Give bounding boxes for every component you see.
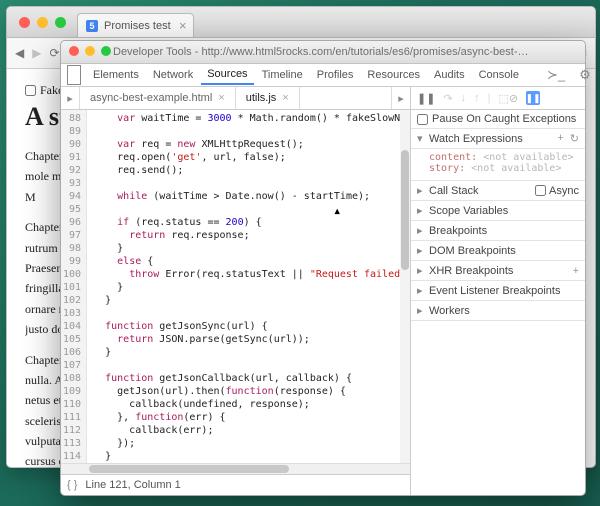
section-workers[interactable]: ▸Workers	[411, 301, 585, 321]
inspect-icon[interactable]	[67, 65, 81, 85]
window-controls[interactable]	[69, 46, 111, 56]
close-tab-icon[interactable]: ×	[179, 18, 187, 33]
sources-left-pane: ▸ async-best-example.html × utils.js × ▸…	[61, 87, 411, 495]
section-callstack[interactable]: ▸ Call Stack Async	[411, 181, 585, 201]
panel-audits[interactable]: Audits	[428, 66, 471, 84]
panel-network[interactable]: Network	[147, 66, 199, 84]
devtools-titlebar: Developer Tools - http://www.html5rocks.…	[61, 41, 585, 64]
checkbox-input[interactable]	[25, 85, 36, 96]
code-editor[interactable]: 88 89 90 91 92 93 94 95 96 97 98 99 100 …	[61, 110, 410, 463]
code-content[interactable]: var waitTime = 3000 * Math.random() * fa…	[87, 110, 410, 463]
step-out-icon[interactable]: ↑	[474, 92, 480, 104]
close-tab-icon[interactable]: ×	[282, 92, 288, 104]
section-label: Watch Expressions	[429, 133, 523, 145]
cursor-position: Line 121, Column 1	[85, 479, 180, 491]
settings-icon[interactable]: ⚙	[573, 64, 597, 86]
section-dom-bp[interactable]: ▸DOM Breakpoints	[411, 241, 585, 261]
back-icon[interactable]: ◀	[15, 46, 24, 60]
pause-caught-label: Pause On Caught Exceptions	[432, 113, 576, 125]
browser-tab[interactable]: 5 Promises test ×	[77, 13, 194, 37]
minimize-icon[interactable]	[37, 17, 48, 28]
zoom-icon[interactable]	[101, 46, 111, 56]
navigator-icon[interactable]: ▸	[61, 87, 80, 109]
section-scope[interactable]: ▸Scope Variables	[411, 201, 585, 221]
close-icon[interactable]	[69, 46, 79, 56]
panel-timeline[interactable]: Timeline	[256, 66, 309, 84]
step-into-icon[interactable]: ↓	[461, 92, 467, 104]
scroll-thumb[interactable]	[401, 150, 409, 270]
zoom-icon[interactable]	[55, 17, 66, 28]
panel-console[interactable]: Console	[473, 66, 525, 84]
tab-title: Promises test	[104, 20, 171, 32]
async-checkbox[interactable]: Async	[535, 185, 579, 197]
file-tab-label: async-best-example.html	[90, 92, 212, 104]
file-tab-html[interactable]: async-best-example.html ×	[80, 87, 236, 109]
pause-exceptions-icon[interactable]: ❚❚	[526, 91, 540, 105]
file-tab-utils[interactable]: utils.js ×	[236, 87, 300, 109]
devtools-window: Developer Tools - http://www.html5rocks.…	[60, 40, 586, 496]
tab-strip: 5 Promises test ×	[7, 7, 595, 38]
panel-elements[interactable]: Elements	[87, 66, 145, 84]
section-breakpoints[interactable]: ▸Breakpoints	[411, 221, 585, 241]
debug-toolbar: ❚❚ ↷ ↓ ↑ | ⬚⊘ ❚❚	[411, 87, 585, 110]
panel-resources[interactable]: Resources	[361, 66, 426, 84]
console-toggle-icon[interactable]: ≻_	[541, 64, 571, 86]
watch-body: content: <not available> story: <not ava…	[411, 149, 585, 181]
editor-status: { } Line 121, Column 1	[61, 474, 410, 495]
scrollbar-v[interactable]	[400, 110, 410, 463]
close-icon[interactable]	[19, 17, 30, 28]
refresh-watch-icon[interactable]: ↻	[570, 132, 579, 145]
deactivate-bp-icon[interactable]: ⬚⊘	[499, 92, 519, 105]
file-tabs: ▸ async-best-example.html × utils.js × ▸	[61, 87, 410, 110]
debugger-sidebar: ❚❚ ↷ ↓ ↑ | ⬚⊘ ❚❚ Pause On Caught Excepti…	[411, 87, 585, 495]
favicon-icon: 5	[86, 20, 98, 32]
reload-icon[interactable]: ⟳	[49, 46, 59, 60]
add-xhr-bp-icon[interactable]: +	[573, 265, 579, 277]
section-watch[interactable]: ▾ Watch Expressions + ↻	[411, 129, 585, 149]
scrollbar-h[interactable]	[61, 463, 410, 474]
devtools-title: Developer Tools - http://www.html5rocks.…	[113, 46, 533, 58]
disclosure-icon[interactable]: ▸	[417, 184, 425, 197]
minimize-icon[interactable]	[85, 46, 95, 56]
forward-icon[interactable]: ▶	[32, 46, 41, 60]
add-watch-icon[interactable]: +	[557, 132, 563, 145]
watch-item[interactable]: content: <not available>	[429, 152, 579, 163]
scroll-thumb[interactable]	[89, 465, 289, 473]
pause-caught-row[interactable]: Pause On Caught Exceptions	[411, 110, 585, 129]
pause-caught-checkbox[interactable]	[417, 114, 428, 125]
section-event-bp[interactable]: ▸Event Listener Breakpoints	[411, 281, 585, 301]
section-xhr-bp[interactable]: ▸XHR Breakpoints+	[411, 261, 585, 281]
pretty-print-icon[interactable]: { }	[67, 479, 77, 491]
step-over-icon[interactable]: ↷	[443, 92, 452, 105]
panel-sources[interactable]: Sources	[201, 65, 253, 85]
file-tab-label: utils.js	[246, 92, 277, 104]
devtools-panel-tabs: Elements Network Sources Timeline Profil…	[61, 64, 585, 87]
watch-item[interactable]: story: <not available>	[429, 163, 579, 174]
window-controls[interactable]	[19, 17, 66, 28]
panel-profiles[interactable]: Profiles	[311, 66, 360, 84]
close-tab-icon[interactable]: ×	[218, 92, 224, 104]
disclosure-icon[interactable]: ▾	[417, 132, 425, 145]
more-tabs-icon[interactable]: ▸	[391, 87, 410, 109]
line-gutter: 88 89 90 91 92 93 94 95 96 97 98 99 100 …	[61, 110, 87, 463]
section-label: Call Stack	[429, 185, 479, 197]
pause-icon[interactable]: ❚❚	[417, 92, 435, 105]
